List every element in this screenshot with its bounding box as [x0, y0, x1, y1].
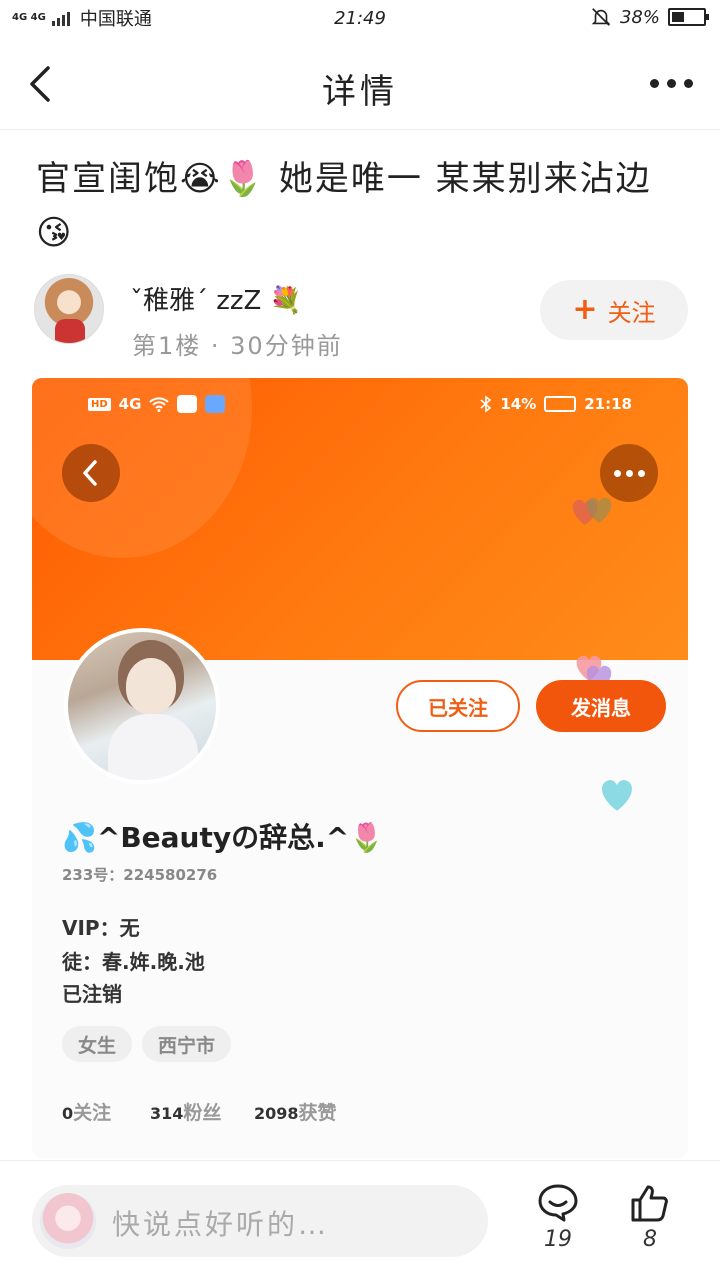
bluetooth-icon [480, 395, 492, 413]
tag-gender: 女生 [62, 1026, 133, 1062]
post-image[interactable]: HD 4G 14% 21:18 已关注 发消息 💦^Beautyの辞总.^🌷 2… [32, 378, 688, 1158]
stat-fans-num: 314 [150, 1104, 184, 1123]
inner-battery-percent: 14% [500, 395, 537, 413]
stat-likes-label: 获赞 [298, 1102, 337, 1124]
stat-fans[interactable]: 314粉丝 [150, 1098, 221, 1125]
bottom-bar: 快说点好听的… 19 8 [0, 1160, 720, 1280]
comment-placeholder: 快说点好听的… [112, 1208, 330, 1241]
more-dots-icon[interactable] [650, 66, 694, 100]
like-count: 8 [643, 1227, 657, 1252]
page-title: 详情 [322, 72, 398, 112]
plus-icon: + [572, 292, 598, 327]
inner-back-button[interactable] [62, 444, 120, 502]
profile-vip: VIP：无 [62, 916, 140, 940]
mute-bell-icon [591, 8, 611, 26]
inner-network: 4G [118, 395, 142, 413]
profile-id: 233号：224580276 [62, 866, 218, 884]
battery-percent: 38% [619, 6, 660, 28]
inner-back-icon [83, 460, 97, 486]
profile-status: 已注销 [62, 982, 122, 1006]
profile-name: 💦^Beautyの辞总.^🌷 [62, 821, 385, 854]
stat-likes[interactable]: 2098获赞 [254, 1098, 337, 1125]
stat-fans-label: 粉丝 [183, 1102, 222, 1124]
profile-disciple: 徒：春.姩.晚.池 [62, 950, 205, 974]
inner-more-button[interactable] [600, 444, 658, 502]
post-meta: 第1楼 · 30分钟前 [132, 332, 343, 360]
comment-input[interactable]: 快说点好听的… [32, 1185, 488, 1257]
comment-button[interactable]: 19 [528, 1183, 588, 1273]
stat-following-num: 0 [62, 1104, 74, 1123]
follow-label: 关注 [607, 298, 656, 327]
following-button[interactable]: 已关注 [396, 680, 520, 732]
app-music-icon [205, 395, 226, 413]
nav-bar: 详情 [0, 36, 720, 130]
wifi-icon [149, 397, 170, 412]
like-button[interactable]: 8 [620, 1183, 680, 1273]
stat-following-label: 关注 [73, 1102, 112, 1124]
app-robot-icon [177, 395, 198, 413]
my-avatar [40, 1193, 96, 1249]
comment-count: 19 [544, 1227, 572, 1252]
status-bar: 4G 4G 中国联通 21:49 38% [0, 0, 720, 36]
stat-following[interactable]: 0关注 [62, 1098, 111, 1125]
heart-icon [586, 497, 612, 523]
inner-status-bar: HD 4G 14% 21:18 [88, 392, 632, 416]
hd-icon: HD [88, 397, 111, 411]
thumbs-up-icon [631, 1185, 668, 1222]
author-name[interactable]: ˇ稚雅ˊ zzZ 💐 [130, 280, 302, 317]
follow-button[interactable]: + 关注 [540, 280, 688, 340]
comment-bubble-icon [538, 1184, 578, 1222]
post-title: 官宣闺饱😭🌷 她是唯一 某某别来沾边😘 [36, 159, 652, 253]
stat-likes-num: 2098 [254, 1104, 299, 1123]
tag-city: 西宁市 [142, 1026, 232, 1062]
profile-banner: HD 4G 14% 21:18 [32, 378, 688, 660]
inner-time: 21:18 [584, 395, 632, 413]
profile-avatar[interactable] [64, 628, 220, 784]
status-right: 38% [590, 6, 709, 28]
send-message-button[interactable]: 发消息 [536, 680, 666, 732]
battery-icon [668, 8, 709, 26]
heart-icon [602, 780, 632, 811]
author-avatar[interactable] [34, 274, 104, 344]
inner-battery-icon [544, 396, 577, 412]
